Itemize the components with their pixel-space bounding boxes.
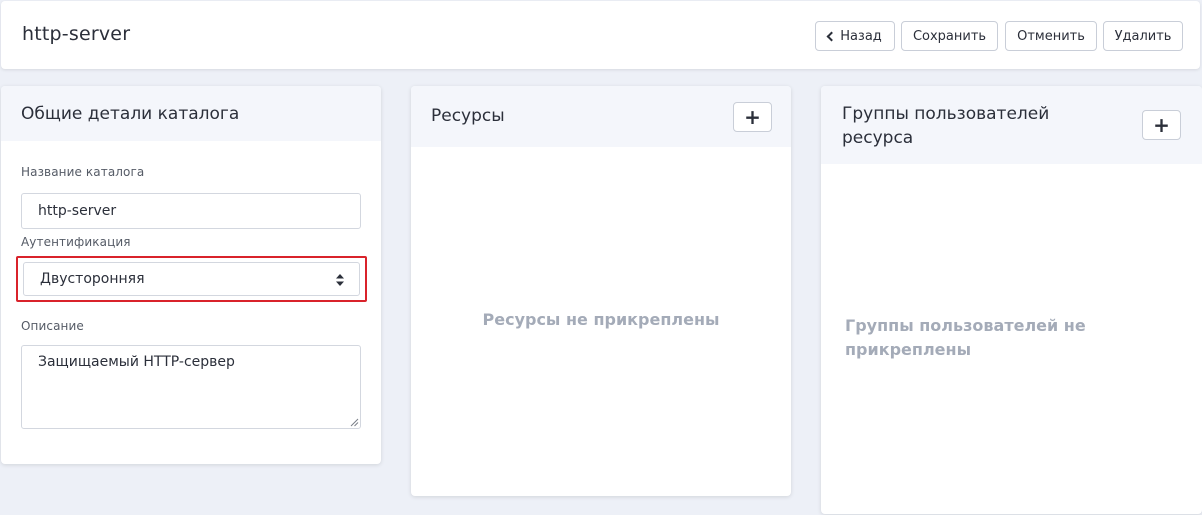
page-title: http-server (22, 23, 131, 45)
resources-title: Ресурсы (431, 106, 505, 126)
catalog-name-label: Название каталога (21, 165, 145, 179)
delete-button[interactable]: Удалить (1103, 21, 1183, 51)
catalog-details-card: Общие детали каталога Название каталога … (1, 86, 381, 464)
catalog-name-input[interactable]: http-server (21, 193, 361, 229)
select-arrows-icon (336, 274, 344, 286)
user-groups-card: Группы пользователей ресурса + Группы по… (821, 86, 1202, 514)
resources-empty-message: Ресурсы не прикреплены (482, 310, 720, 329)
catalog-details-header: Общие детали каталога (1, 86, 381, 141)
resources-header: Ресурсы + (411, 86, 791, 147)
authentication-highlight: Двусторонняя (16, 256, 367, 302)
user-groups-header: Группы пользователей ресурса + (821, 86, 1202, 164)
authentication-label: Аутентификация (21, 235, 131, 249)
chevron-left-icon (826, 31, 837, 42)
resources-card: Ресурсы + Ресурсы не прикреплены (411, 86, 791, 496)
back-button[interactable]: Назад (815, 21, 895, 51)
back-button-label: Назад (840, 28, 882, 44)
add-user-group-button[interactable]: + (1142, 110, 1181, 140)
description-textarea[interactable]: Защищаемый HTTP-сервер (21, 345, 361, 429)
authentication-select[interactable]: Двусторонняя (23, 262, 360, 296)
top-bar: http-server Назад Сохранить Отменить Уда… (1, 1, 1200, 69)
resize-grip-icon[interactable] (350, 418, 359, 427)
save-button[interactable]: Сохранить (901, 21, 998, 51)
authentication-selected-value: Двусторонняя (40, 271, 145, 287)
cancel-button[interactable]: Отменить (1005, 21, 1097, 51)
add-resource-button[interactable]: + (733, 102, 772, 132)
user-groups-empty-message: Группы пользователей не прикреплены (845, 316, 1086, 359)
description-label: Описание (21, 319, 84, 333)
catalog-details-title: Общие детали каталога (21, 104, 240, 124)
user-groups-title: Группы пользователей ресурса (842, 104, 1050, 148)
description-text: Защищаемый HTTP-сервер (38, 354, 235, 370)
